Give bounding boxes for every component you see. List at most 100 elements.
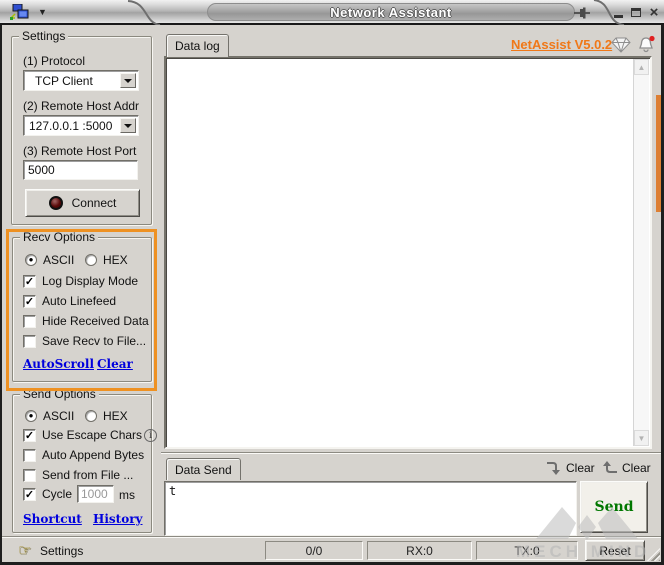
send-options-title: Send Options [20, 387, 99, 401]
tab-data-send[interactable]: Data Send [166, 458, 241, 480]
chevron-down-icon[interactable] [120, 118, 136, 133]
reset-button[interactable]: Reset [585, 540, 645, 561]
checkbox-icon: ✓ [23, 275, 36, 288]
reset-button-label: Reset [599, 544, 630, 558]
protocol-value: TCP Client [35, 74, 93, 88]
status-rx-value: RX:0 [406, 544, 433, 558]
notification-bell-icon[interactable] [637, 35, 656, 53]
version-link[interactable]: NetAssist V5.0.2 [511, 37, 612, 52]
clear-send-label: Clear [566, 461, 595, 475]
statusbar-settings-label[interactable]: Settings [40, 544, 83, 558]
recv-ascii-label: ASCII [43, 253, 74, 267]
checkbox-icon [23, 449, 36, 462]
recv-ascii-radio[interactable]: ● ASCII [25, 253, 74, 267]
checkbox-send-from-file[interactable]: Send from File ... [23, 468, 133, 482]
window-border-left [0, 0, 2, 565]
radio-icon: ● [25, 410, 37, 422]
checkbox-icon [23, 469, 36, 482]
connect-status-icon [49, 196, 63, 210]
send-button[interactable]: Send [580, 481, 648, 533]
recv-options-title: Recv Options [20, 230, 98, 244]
status-counter-cell: 0/0 [265, 541, 363, 560]
info-icon[interactable]: i [144, 429, 157, 442]
checkbox-label: Auto Append Bytes [42, 448, 144, 462]
checkbox-auto-linefeed[interactable]: ✓ Auto Linefeed [23, 294, 116, 308]
remote-port-input[interactable] [23, 160, 138, 180]
checkbox-label: Use Escape Chars [42, 428, 142, 442]
maximize-button[interactable] [628, 4, 644, 21]
checkbox-use-escape-chars[interactable]: ✓ Use Escape Chars i [23, 428, 157, 442]
checkbox-cycle[interactable]: ✓ Cycle [23, 487, 72, 501]
send-ascii-radio[interactable]: ● ASCII [25, 409, 74, 423]
gem-icon[interactable] [611, 37, 631, 53]
scroll-up-icon[interactable]: ▲ [634, 59, 649, 75]
minimize-icon [614, 15, 623, 18]
autoscroll-link[interactable]: AutoScroll [23, 357, 94, 371]
recv-hex-label: HEX [103, 253, 128, 267]
log-scrollbar[interactable]: ▲ ▼ [633, 59, 649, 446]
app-icon[interactable] [10, 4, 30, 21]
history-link[interactable]: History [93, 512, 143, 526]
checkbox-label: Hide Received Data [42, 314, 149, 328]
cycle-unit-label: ms [119, 488, 135, 502]
recv-hex-radio[interactable]: HEX [85, 253, 128, 267]
status-counter-value: 0/0 [306, 544, 323, 558]
checkbox-icon: ✓ [23, 488, 36, 501]
pin-icon[interactable] [573, 5, 591, 20]
remote-addr-value: 127.0.0.1 :5000 [29, 119, 112, 133]
window-title: Network Assistant [330, 5, 451, 20]
arrow-down-icon [546, 459, 562, 476]
data-log-area[interactable]: ▲ ▼ [164, 56, 652, 449]
clear-recv-label: Clear [622, 461, 651, 475]
checkbox-auto-append-bytes[interactable]: Auto Append Bytes [23, 448, 144, 462]
send-hex-label: HEX [103, 409, 128, 423]
close-icon: × [650, 5, 659, 20]
checkbox-label: Send from File ... [42, 468, 133, 482]
cycle-interval-input[interactable] [77, 485, 114, 503]
tab-data-log-label: Data log [175, 39, 220, 53]
app-menu-caret-icon[interactable]: ▼ [38, 7, 47, 17]
minimize-button[interactable] [610, 4, 626, 21]
chevron-down-icon[interactable] [120, 73, 136, 88]
radio-icon: ● [25, 254, 37, 266]
resize-grip[interactable] [647, 548, 660, 561]
settings-group: Settings (1) Protocol TCP Client (2) Rem… [11, 36, 152, 225]
shortcut-link[interactable]: Shortcut [23, 512, 82, 526]
send-ascii-label: ASCII [43, 409, 74, 423]
clear-recv-button[interactable]: Clear [602, 459, 651, 476]
checkbox-save-recv-to-file[interactable]: Save Recv to File... [23, 334, 146, 348]
scroll-down-icon[interactable]: ▼ [634, 430, 649, 446]
arrow-up-icon [602, 459, 618, 476]
protocol-label: (1) Protocol [23, 54, 85, 68]
status-tx-cell: TX:0 [476, 541, 578, 560]
checkbox-icon [23, 335, 36, 348]
tab-data-send-label: Data Send [175, 463, 232, 477]
title-bar: ▼ Network Assistant × [0, 0, 664, 25]
send-message-input[interactable]: t [164, 481, 577, 536]
tab-data-log[interactable]: Data log [166, 34, 229, 57]
remote-addr-select[interactable]: 127.0.0.1 :5000 [23, 115, 139, 136]
checkbox-log-display-mode[interactable]: ✓ Log Display Mode [23, 274, 138, 288]
connect-button-label: Connect [72, 196, 117, 210]
recv-clear-link[interactable]: Clear [97, 357, 133, 371]
send-hex-radio[interactable]: HEX [85, 409, 128, 423]
maximize-icon [631, 8, 641, 17]
checkbox-hide-received-data[interactable]: Hide Received Data [23, 314, 149, 328]
pointing-hand-icon[interactable]: ☞ [18, 541, 31, 559]
radio-icon [85, 254, 97, 266]
checkbox-icon [23, 315, 36, 328]
checkbox-icon: ✓ [23, 295, 36, 308]
log-send-splitter[interactable] [161, 452, 662, 454]
checkbox-label: Auto Linefeed [42, 294, 116, 308]
clear-send-button[interactable]: Clear [546, 459, 595, 476]
settings-group-title: Settings [19, 29, 68, 43]
protocol-select[interactable]: TCP Client [23, 70, 139, 91]
radio-icon [85, 410, 97, 422]
status-rx-cell: RX:0 [367, 541, 472, 560]
remote-addr-label: (2) Remote Host Addr [23, 99, 139, 113]
dropdown-arrow-icon [124, 124, 132, 128]
status-tx-value: TX:0 [514, 544, 539, 558]
send-button-label: Send [595, 499, 634, 515]
close-button[interactable]: × [646, 4, 662, 21]
connect-button[interactable]: Connect [25, 189, 140, 217]
